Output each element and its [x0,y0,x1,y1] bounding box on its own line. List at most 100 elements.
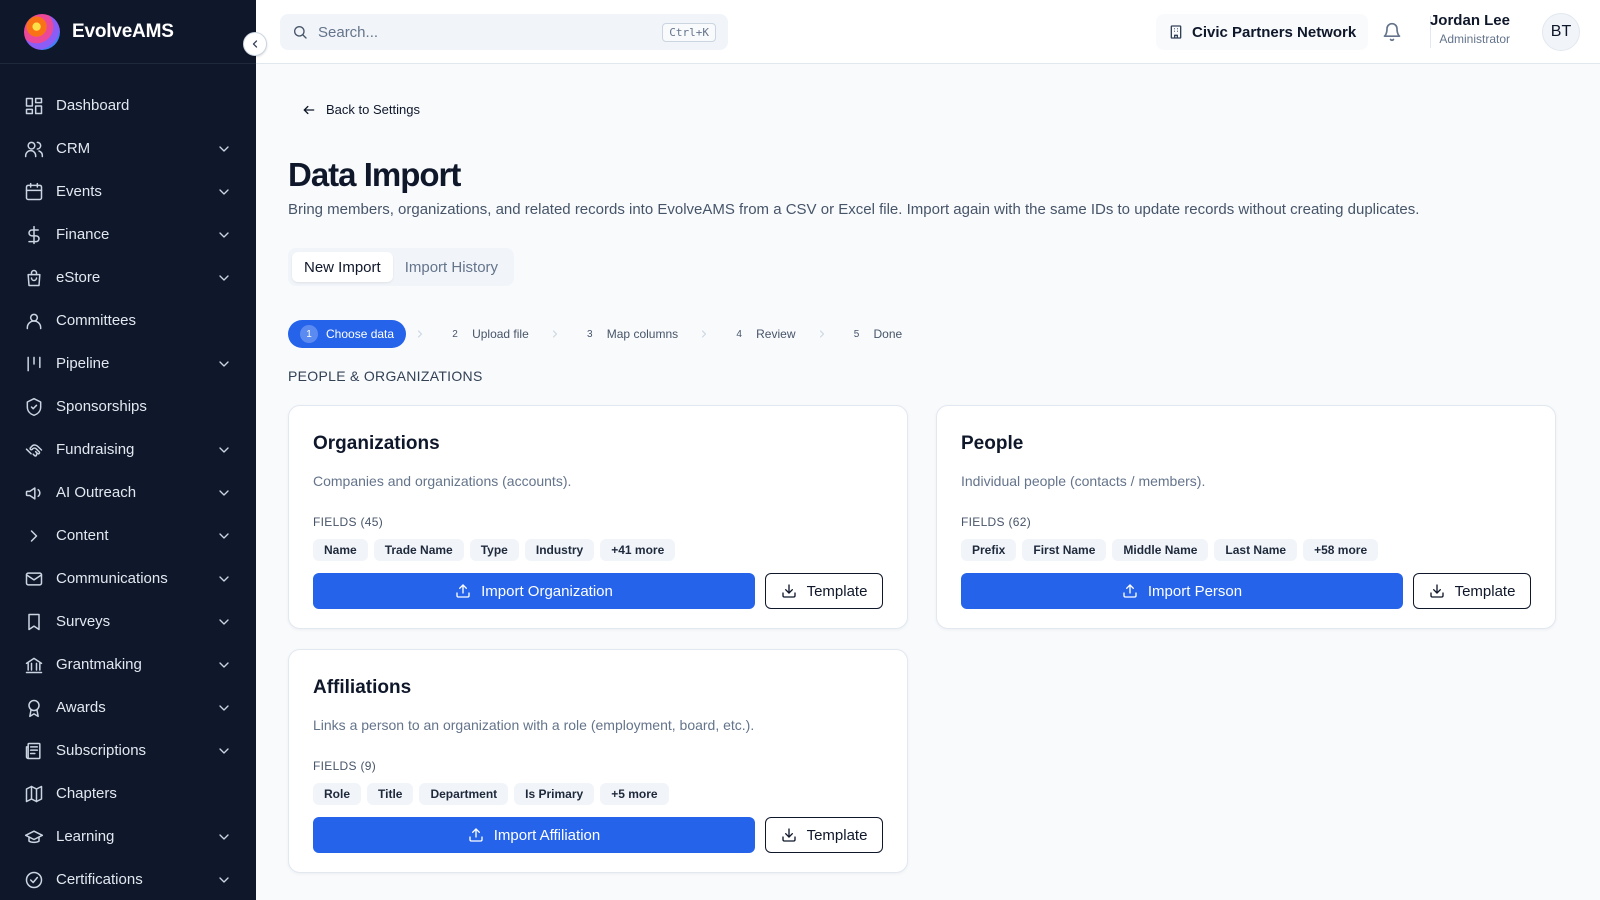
import-affiliation-button[interactable]: Import Affiliation [313,817,755,853]
import-person-button[interactable]: Import Person [961,573,1403,609]
map-icon [25,785,43,802]
chevron-down-icon[interactable] [216,442,232,458]
store-icon [24,268,44,288]
user-icon [24,311,44,331]
back-link-label: Back to Settings [326,102,420,117]
sidebar-item-crm[interactable]: CRM [0,127,256,170]
main-content: Back to Settings Data Import Bring membe… [256,64,1600,900]
user-name: Jordan Lee [1429,12,1510,29]
search-box[interactable]: Ctrl+K [280,14,728,50]
chevron-down-icon[interactable] [216,872,232,888]
sidebar-item-learning[interactable]: Learning [0,815,256,858]
sidebar-item-ai-outreach[interactable]: AI Outreach [0,471,256,514]
users-icon [24,141,44,157]
page-title: Data Import [288,156,461,193]
field-chip: Last Name [1214,539,1298,561]
organization-switcher[interactable]: Civic Partners Network [1156,14,1369,50]
affiliation-template-button[interactable]: Template [765,817,883,853]
step-review[interactable]: 4 Review [718,320,808,348]
chevron-down-icon[interactable] [216,485,232,501]
sidebar-item-awards[interactable]: Awards [0,686,256,729]
import-tabs: New Import Import History [288,248,515,286]
sidebar-item-surveys[interactable]: Surveys [0,600,256,643]
organization-template-button[interactable]: Template [765,573,883,609]
chevron-down-icon[interactable] [216,614,232,630]
sidebar-item-communications[interactable]: Communications [0,557,256,600]
card-description: Companies and organizations (accounts). [313,473,572,489]
sidebar-item-chapters[interactable]: Chapters [0,772,256,815]
sidebar-item-fundraising[interactable]: Fundraising [0,428,256,471]
bank-icon [24,655,44,675]
brand-name: EvolveAMS [72,20,174,42]
step-map-columns[interactable]: 3 Map columns [568,320,691,348]
chevron-right-icon [406,328,434,340]
calendar-icon [24,182,44,202]
chevron-down-icon[interactable] [216,141,232,157]
chevron-down-icon[interactable] [216,571,232,587]
mail-icon [24,569,44,589]
chevron-down-icon[interactable] [216,700,232,716]
sidebar-item-subscriptions[interactable]: Subscriptions [0,729,256,772]
field-chip: Role [313,783,362,805]
avatar[interactable]: BT [1542,13,1580,51]
mail-icon [25,571,43,586]
sidebar-item-label: Awards [56,699,106,716]
step-upload-file[interactable]: 2 Upload file [434,320,541,348]
download-icon [1429,584,1444,598]
sidebar-item-committees[interactable]: Committees [0,299,256,342]
organizations-card: Organizations Companies and organization… [288,405,908,629]
import-organization-button[interactable]: Import Organization [313,573,755,609]
dollar-icon [28,225,40,244]
bookmark-icon [24,612,44,632]
chevron-down-icon[interactable] [216,356,232,372]
sidebar-item-label: Subscriptions [56,742,147,759]
chevron-down-icon[interactable] [216,743,232,759]
map-icon [24,784,44,804]
chevron-down-icon[interactable] [216,528,232,544]
sidebar-item-estore[interactable]: eStore [0,256,256,299]
sidebar-item-finance[interactable]: Finance [0,213,256,256]
sidebar-item-grantmaking[interactable]: Grantmaking [0,643,256,686]
chevron-down-icon[interactable] [216,657,232,673]
step-number: 5 [853,328,860,340]
page-description: Bring members, organizations, and relate… [288,201,1420,218]
user-info[interactable]: Jordan Lee Administrator [1398,12,1510,46]
tab-new-import[interactable]: New Import [292,252,393,282]
back-to-settings-link[interactable]: Back to Settings [302,102,420,117]
chevron-down-icon[interactable] [216,184,232,200]
award-icon [24,698,44,718]
sidebar-item-label: Surveys [56,613,111,630]
sidebar-item-dashboard[interactable]: Dashboard [0,84,256,127]
calendar-icon [25,182,43,200]
download-icon [781,584,796,598]
chevron-down-icon[interactable] [216,270,232,286]
step-number: 2 [452,328,458,340]
chevron-down-icon[interactable] [216,227,232,243]
topbar: Ctrl+K Civic Partners Network Jordan Lee… [256,0,1600,64]
collapse-sidebar-button[interactable] [243,32,267,56]
sidebar-item-pipeline[interactable]: Pipeline [0,342,256,385]
tab-import-history[interactable]: Import History [393,252,510,282]
field-chip: Trade Name [373,539,464,561]
chevron-down-icon[interactable] [216,829,232,845]
step-choose-data[interactable]: 1 Choose data [288,320,407,348]
fields-count-label: FIELDS (9) [313,759,377,773]
sidebar-item-content[interactable]: Content [0,514,256,557]
person-template-button[interactable]: Template [1413,573,1531,609]
affiliations-card: Affiliations Links a person to an organi… [288,649,908,873]
sidebar-item-events[interactable]: Events [0,170,256,213]
sidebar-item-label: AI Outreach [56,484,137,501]
field-chip: Department [419,783,509,805]
brand[interactable]: EvolveAMS [0,0,256,64]
field-chip: Title [367,783,414,805]
sidebar-item-certifications[interactable]: Certifications [0,858,256,900]
step-number: 3 [586,328,593,340]
building-icon [1170,25,1182,39]
badge-icon [24,397,44,417]
step-number: 1 [300,325,318,343]
search-input[interactable] [318,23,663,41]
store-icon [27,269,41,286]
handshake-icon [25,443,43,457]
step-done[interactable]: 5 Done [835,320,915,348]
sidebar-item-sponsorships[interactable]: Sponsorships [0,385,256,428]
